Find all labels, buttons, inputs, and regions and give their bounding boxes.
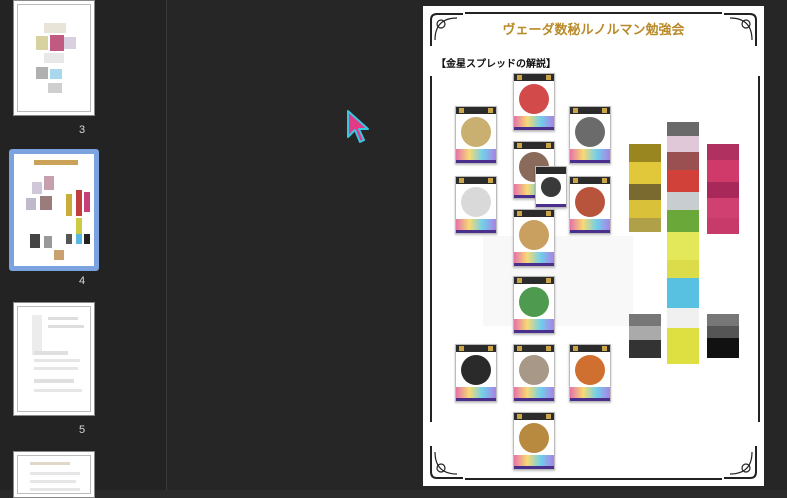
thumbnail-number-5: 5	[78, 424, 86, 436]
mosaic-column-pink	[707, 144, 739, 234]
mosaic-column-yellow	[629, 144, 661, 232]
card-sun	[455, 106, 497, 164]
document-page[interactable]: ヴェーダ数秘ルノルマン勉強会 【金星スプレッドの解説】	[423, 6, 764, 486]
page-thumbnail-6[interactable]	[13, 451, 95, 498]
card-bear	[455, 344, 497, 402]
mosaic-column-center	[667, 122, 699, 364]
ornament-corner-icon	[430, 446, 463, 479]
card-girl	[513, 73, 555, 131]
card-bouquet	[569, 176, 611, 234]
card-ring	[513, 209, 555, 267]
section-heading: 【金星スプレッドの解説】	[436, 59, 556, 70]
card-man	[535, 166, 567, 208]
card-rider	[569, 106, 611, 164]
mosaic-column-gray	[629, 314, 661, 358]
card-ship	[513, 412, 555, 470]
card-scythe	[455, 176, 497, 234]
ornament-corner-icon	[724, 446, 757, 479]
card-clover	[513, 276, 555, 334]
page-title: ヴェーダ数秘ルノルマン勉強会	[502, 23, 685, 38]
card-coffin	[513, 344, 555, 402]
page-thumbnail-5[interactable]	[13, 302, 95, 416]
mosaic-column-black	[707, 314, 739, 358]
page-thumbnail-4-selected[interactable]	[9, 149, 99, 271]
page-thumbnail-3[interactable]	[13, 0, 95, 116]
thumbnail-number-3: 3	[78, 124, 86, 136]
thumbnail-number-4: 4	[78, 275, 86, 287]
thumbnail-sidebar[interactable]: 3 4 5	[0, 0, 167, 498]
arrow-cursor-icon	[347, 110, 369, 143]
card-fox	[569, 344, 611, 402]
